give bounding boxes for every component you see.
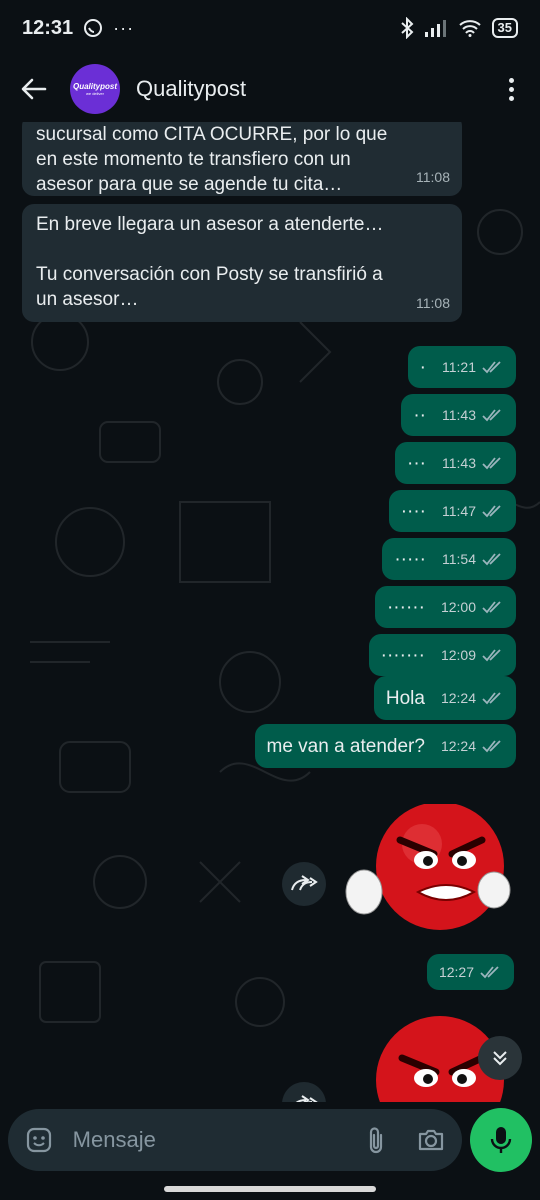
contact-avatar[interactable]: Qualitypost we deliver	[70, 64, 120, 114]
contact-name[interactable]: Qualitypost	[136, 76, 246, 102]
message-time: 12:24	[440, 689, 476, 706]
whatsapp-icon	[84, 19, 103, 37]
signal-icon	[424, 20, 446, 37]
message-time: 11:43	[442, 406, 476, 423]
voice-message-button[interactable]	[470, 1108, 532, 1172]
bluetooth-icon	[400, 17, 413, 39]
incoming-message[interactable]: En breve llegara un asesor a atenderte… …	[22, 204, 462, 322]
menu-dot-icon	[508, 77, 514, 83]
message-text: ·······	[380, 644, 425, 666]
double-check-icon	[482, 409, 501, 422]
message-time: 12:27	[438, 964, 474, 980]
double-check-icon	[482, 649, 501, 662]
status-time: 12:31	[22, 16, 74, 39]
more-notifications-icon: ···	[113, 17, 135, 38]
home-gesture-bar[interactable]	[164, 1186, 376, 1192]
message-time: 11:54	[442, 550, 476, 567]
message-time: 12:24	[440, 737, 476, 754]
outgoing-message[interactable]: ··· 11:43	[395, 442, 516, 484]
scroll-to-bottom-button[interactable]	[478, 1036, 522, 1080]
forward-button[interactable]	[282, 862, 326, 906]
message-text: ··	[413, 404, 426, 426]
message-input-container	[8, 1109, 462, 1171]
wifi-icon	[458, 20, 481, 37]
message-time: 12:09	[440, 646, 476, 663]
message-time: 11:43	[442, 454, 476, 471]
message-text: Hola	[385, 687, 425, 709]
message-text: ·	[419, 356, 426, 378]
angry-emoji-sticker[interactable]	[342, 804, 512, 934]
arrow-left-icon	[21, 78, 47, 100]
sticker-icon	[27, 1127, 52, 1153]
sticker-meta: 12:27	[426, 954, 514, 990]
double-check-icon	[482, 505, 501, 518]
menu-dot-icon	[508, 86, 514, 92]
menu-dot-icon	[508, 95, 514, 101]
paperclip-icon	[369, 1127, 383, 1154]
message-time: 11:08	[416, 295, 450, 311]
message-text: ···	[407, 452, 426, 474]
message-text: me van a atender?	[266, 735, 425, 757]
double-check-icon	[482, 692, 501, 705]
status-bar: 12:31 ··· 35	[0, 0, 540, 56]
double-chevron-down-icon	[493, 1051, 507, 1066]
message-text: ·····	[394, 548, 426, 570]
double-check-icon	[480, 966, 499, 979]
outgoing-message[interactable]: ····· 11:54	[382, 538, 516, 580]
outgoing-message[interactable]: · 11:21	[407, 346, 516, 388]
outgoing-message[interactable]: me van a atender? 12:24	[254, 724, 516, 768]
avatar-logo-text: Qualitypost	[72, 82, 117, 91]
compose-bar	[0, 1102, 540, 1178]
outgoing-message[interactable]: ······· 12:09	[368, 634, 516, 676]
forward-icon	[295, 1095, 318, 1102]
microphone-icon	[490, 1127, 512, 1153]
message-text: Tu conversación con Posty se transfirió …	[36, 264, 383, 310]
message-text: ······	[386, 596, 425, 618]
message-text: En breve llegara un asesor a atenderte…	[36, 214, 384, 235]
message-text: ····	[400, 500, 426, 522]
camera-icon	[418, 1129, 443, 1151]
sticker-button[interactable]	[24, 1122, 55, 1158]
message-time: 12:00	[440, 598, 476, 615]
message-input[interactable]	[72, 1127, 361, 1153]
double-check-icon	[482, 457, 501, 470]
double-check-icon	[482, 601, 501, 614]
message-time: 11:08	[416, 169, 450, 185]
double-check-icon	[482, 553, 501, 566]
message-time: 11:21	[442, 358, 476, 375]
camera-button[interactable]	[415, 1122, 446, 1158]
back-button[interactable]	[14, 69, 54, 109]
message-time: 11:47	[442, 502, 476, 519]
double-check-icon	[482, 361, 501, 374]
outgoing-message[interactable]: Hola 12:24	[373, 676, 516, 720]
overflow-menu-button[interactable]	[496, 69, 526, 109]
battery-indicator: 35	[491, 18, 518, 38]
double-check-icon	[482, 740, 501, 753]
attach-button[interactable]	[361, 1122, 392, 1158]
incoming-message[interactable]: sucursal como CITA OCURRE, por lo que en…	[22, 122, 462, 196]
outgoing-message[interactable]: ···· 11:47	[388, 490, 516, 532]
forward-icon	[291, 875, 318, 891]
outgoing-message[interactable]: ······ 12:00	[374, 586, 516, 628]
message-text: sucursal como CITA OCURRE, por lo que en…	[36, 124, 388, 195]
chat-header: Qualitypost we deliver Qualitypost	[0, 56, 540, 122]
chat-area[interactable]: sucursal como CITA OCURRE, por lo que en…	[0, 122, 540, 1102]
outgoing-message[interactable]: ·· 11:43	[401, 394, 516, 436]
avatar-logo-subtext: we deliver	[85, 91, 104, 96]
